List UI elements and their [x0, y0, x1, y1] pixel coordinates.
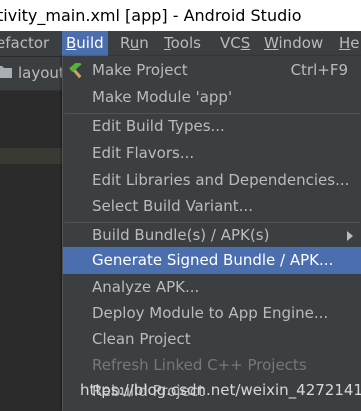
build-menu-dropdown: Make Project Ctrl+F9 Make Module 'app' E…: [62, 56, 361, 411]
edit-libraries-label: Edit Libraries and Dependencies...: [92, 171, 350, 189]
menu-run-prefix: R: [120, 34, 130, 52]
make-project-shortcut: Ctrl+F9: [290, 61, 348, 79]
window-title-bar: tivity_main.xml [app] - Android Studio: [0, 0, 361, 31]
menu-build-mnemonic: B: [66, 34, 77, 52]
menu-item-make-module[interactable]: Make Module 'app': [63, 84, 361, 111]
menu-window-mnemonic: W: [264, 34, 279, 52]
make-module-label: Make Module 'app': [92, 88, 233, 106]
edit-build-types-label: Edit Build Types...: [92, 117, 225, 135]
menu-item-analyze-apk[interactable]: Analyze APK...: [63, 274, 361, 301]
menu-bar: efactor Build Run Tools VCS Window He: [0, 31, 361, 57]
menu-tools[interactable]: Tools: [160, 31, 205, 56]
menu-refactor-label: efactor: [0, 34, 50, 52]
menu-run-mnemonic: u: [129, 34, 140, 52]
menu-item-generate-signed-apk[interactable]: Generate Signed Bundle / APK...: [63, 247, 361, 274]
menu-item-build-bundle[interactable]: Build Bundle(s) / APK(s): [63, 222, 361, 249]
folder-icon: [0, 66, 12, 78]
submenu-arrow-icon: [347, 231, 353, 241]
menu-run-label: n: [139, 34, 149, 52]
generate-signed-label: Generate Signed Bundle / APK...: [92, 251, 334, 269]
menu-run[interactable]: Run: [116, 31, 153, 56]
menu-tools-mnemonic: T: [164, 34, 171, 52]
menu-refactor[interactable]: efactor: [0, 31, 53, 56]
menu-item-refresh-linked: Refresh Linked C++ Projects: [63, 352, 361, 379]
menu-build-label: uild: [76, 34, 104, 52]
menu-help-label: e: [350, 34, 360, 52]
menu-vcs-prefix: VC: [220, 34, 241, 52]
menu-item-clean-project[interactable]: Clean Project: [63, 326, 361, 353]
menu-build[interactable]: Build: [62, 31, 108, 56]
build-bundle-label: Build Bundle(s) / APK(s): [92, 226, 270, 244]
watermark-text: https://blog.csdn.net/weixin_42721412: [80, 381, 361, 399]
make-project-label: Make Project: [92, 61, 188, 79]
deploy-module-label: Deploy Module to App Engine...: [92, 304, 329, 322]
menu-item-deploy-module[interactable]: Deploy Module to App Engine...: [63, 300, 361, 327]
analyze-apk-label: Analyze APK...: [92, 278, 200, 296]
menu-vcs-mnemonic: S: [240, 34, 251, 52]
menu-item-edit-build-types[interactable]: Edit Build Types...: [63, 113, 361, 140]
menu-item-edit-libraries[interactable]: Edit Libraries and Dependencies...: [63, 167, 361, 194]
menu-help[interactable]: He: [335, 31, 361, 56]
refresh-linked-label: Refresh Linked C++ Projects: [92, 356, 307, 374]
hammer-icon: [69, 63, 82, 79]
breadcrumb-layout[interactable]: layout: [18, 64, 65, 82]
menu-item-edit-flavors[interactable]: Edit Flavors...: [63, 140, 361, 167]
edit-flavors-label: Edit Flavors...: [92, 144, 195, 162]
clean-project-label: Clean Project: [92, 330, 191, 348]
menu-tools-label: ools: [170, 34, 201, 52]
select-variant-label: Select Build Variant...: [92, 197, 253, 215]
menu-vcs[interactable]: VCS: [216, 31, 254, 56]
menu-help-mnemonic: H: [339, 34, 351, 52]
menu-window[interactable]: Window: [260, 31, 327, 56]
menu-item-select-build-variant[interactable]: Select Build Variant...: [63, 193, 361, 220]
menu-item-make-project[interactable]: Make Project Ctrl+F9: [63, 57, 361, 84]
menu-window-label: indow: [278, 34, 324, 52]
window-title: tivity_main.xml [app] - Android Studio: [0, 6, 302, 25]
